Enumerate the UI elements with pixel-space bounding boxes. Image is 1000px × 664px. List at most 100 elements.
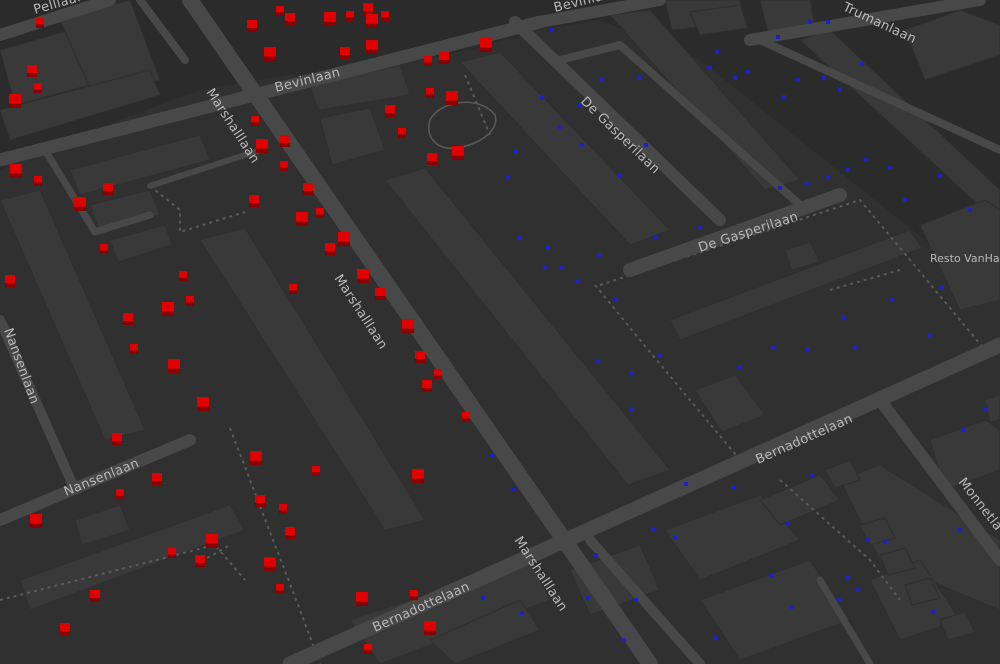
blue-marker[interactable] (614, 298, 618, 302)
blue-marker[interactable] (638, 76, 642, 80)
blue-marker[interactable] (514, 150, 518, 154)
red-marker[interactable] (364, 644, 372, 654)
red-marker[interactable] (162, 302, 174, 316)
blue-marker[interactable] (841, 315, 845, 319)
blue-marker[interactable] (903, 198, 907, 202)
blue-marker[interactable] (806, 347, 810, 351)
red-marker[interactable] (289, 284, 297, 294)
blue-marker[interactable] (596, 360, 600, 364)
red-marker[interactable] (316, 208, 324, 218)
red-marker[interactable] (74, 197, 86, 211)
blue-marker[interactable] (540, 96, 544, 100)
blue-marker[interactable] (600, 78, 604, 82)
red-marker[interactable] (366, 40, 378, 54)
blue-marker[interactable] (928, 334, 932, 338)
blue-marker[interactable] (630, 371, 634, 375)
red-marker[interactable] (251, 116, 259, 126)
red-marker[interactable] (206, 534, 218, 548)
red-marker[interactable] (340, 47, 350, 59)
blue-marker[interactable] (634, 598, 638, 602)
blue-marker[interactable] (586, 596, 590, 600)
blue-marker[interactable] (630, 408, 634, 412)
red-marker[interactable] (439, 52, 449, 64)
blue-marker[interactable] (578, 104, 582, 108)
blue-marker[interactable] (776, 35, 780, 39)
blue-marker[interactable] (810, 473, 814, 477)
red-marker[interactable] (424, 621, 436, 635)
blue-marker[interactable] (506, 176, 510, 180)
blue-marker[interactable] (796, 78, 800, 82)
blue-marker[interactable] (644, 143, 648, 147)
blue-marker[interactable] (890, 298, 894, 302)
red-marker[interactable] (280, 161, 288, 171)
red-marker[interactable] (276, 584, 284, 594)
blue-marker[interactable] (958, 528, 962, 532)
red-marker[interactable] (60, 623, 70, 635)
red-marker[interactable] (398, 128, 406, 138)
blue-marker[interactable] (968, 208, 972, 212)
red-marker[interactable] (385, 105, 395, 117)
red-marker[interactable] (279, 504, 287, 514)
blue-marker[interactable] (805, 181, 809, 185)
blue-marker[interactable] (715, 50, 719, 54)
red-marker[interactable] (325, 243, 335, 255)
red-marker[interactable] (250, 451, 262, 465)
red-marker[interactable] (36, 18, 44, 28)
blue-marker[interactable] (770, 573, 774, 577)
blue-marker[interactable] (684, 482, 688, 486)
red-marker[interactable] (462, 412, 470, 422)
blue-marker[interactable] (940, 286, 944, 290)
red-marker[interactable] (285, 13, 295, 25)
red-marker[interactable] (34, 176, 42, 186)
blue-marker[interactable] (622, 638, 626, 642)
red-marker[interactable] (256, 139, 268, 153)
blue-marker[interactable] (961, 428, 965, 432)
red-marker[interactable] (90, 590, 100, 602)
red-marker[interactable] (324, 12, 336, 26)
red-marker[interactable] (366, 14, 378, 28)
red-marker[interactable] (249, 195, 259, 207)
red-marker[interactable] (103, 183, 113, 195)
red-marker[interactable] (123, 313, 133, 325)
red-marker[interactable] (116, 489, 124, 499)
red-marker[interactable] (357, 269, 369, 283)
blue-marker[interactable] (866, 538, 870, 542)
blue-marker[interactable] (864, 158, 868, 162)
blue-marker[interactable] (808, 20, 812, 24)
red-marker[interactable] (402, 319, 414, 333)
blue-marker[interactable] (550, 28, 554, 32)
red-marker[interactable] (152, 473, 162, 485)
red-marker[interactable] (100, 244, 108, 254)
blue-marker[interactable] (698, 226, 702, 230)
blue-marker[interactable] (673, 536, 677, 540)
blue-marker[interactable] (782, 95, 786, 99)
red-marker[interactable] (264, 47, 276, 61)
red-marker[interactable] (415, 351, 425, 363)
blue-marker[interactable] (543, 266, 547, 270)
blue-marker[interactable] (984, 408, 988, 412)
blue-marker[interactable] (713, 636, 717, 640)
red-marker[interactable] (338, 232, 350, 246)
red-marker[interactable] (130, 344, 138, 354)
blue-marker[interactable] (518, 236, 522, 240)
blue-marker[interactable] (883, 540, 887, 544)
red-marker[interactable] (346, 11, 354, 21)
blue-marker[interactable] (654, 235, 658, 239)
red-marker[interactable] (422, 380, 432, 392)
red-marker[interactable] (9, 94, 21, 108)
red-marker[interactable] (276, 6, 284, 16)
red-marker[interactable] (426, 88, 434, 98)
blue-marker[interactable] (594, 553, 598, 557)
blue-marker[interactable] (822, 76, 826, 80)
red-marker[interactable] (434, 369, 442, 379)
blue-marker[interactable] (512, 488, 516, 492)
blue-marker[interactable] (786, 522, 790, 526)
red-marker[interactable] (412, 469, 424, 483)
red-marker[interactable] (452, 146, 464, 160)
red-marker[interactable] (34, 83, 42, 93)
blue-marker[interactable] (778, 186, 782, 190)
map-canvas[interactable]: Pelllaan Bevinlaan Bevinlaan Trumanlaan … (0, 0, 1000, 664)
blue-marker[interactable] (790, 605, 794, 609)
red-marker[interactable] (410, 590, 418, 600)
blue-marker[interactable] (598, 253, 602, 257)
